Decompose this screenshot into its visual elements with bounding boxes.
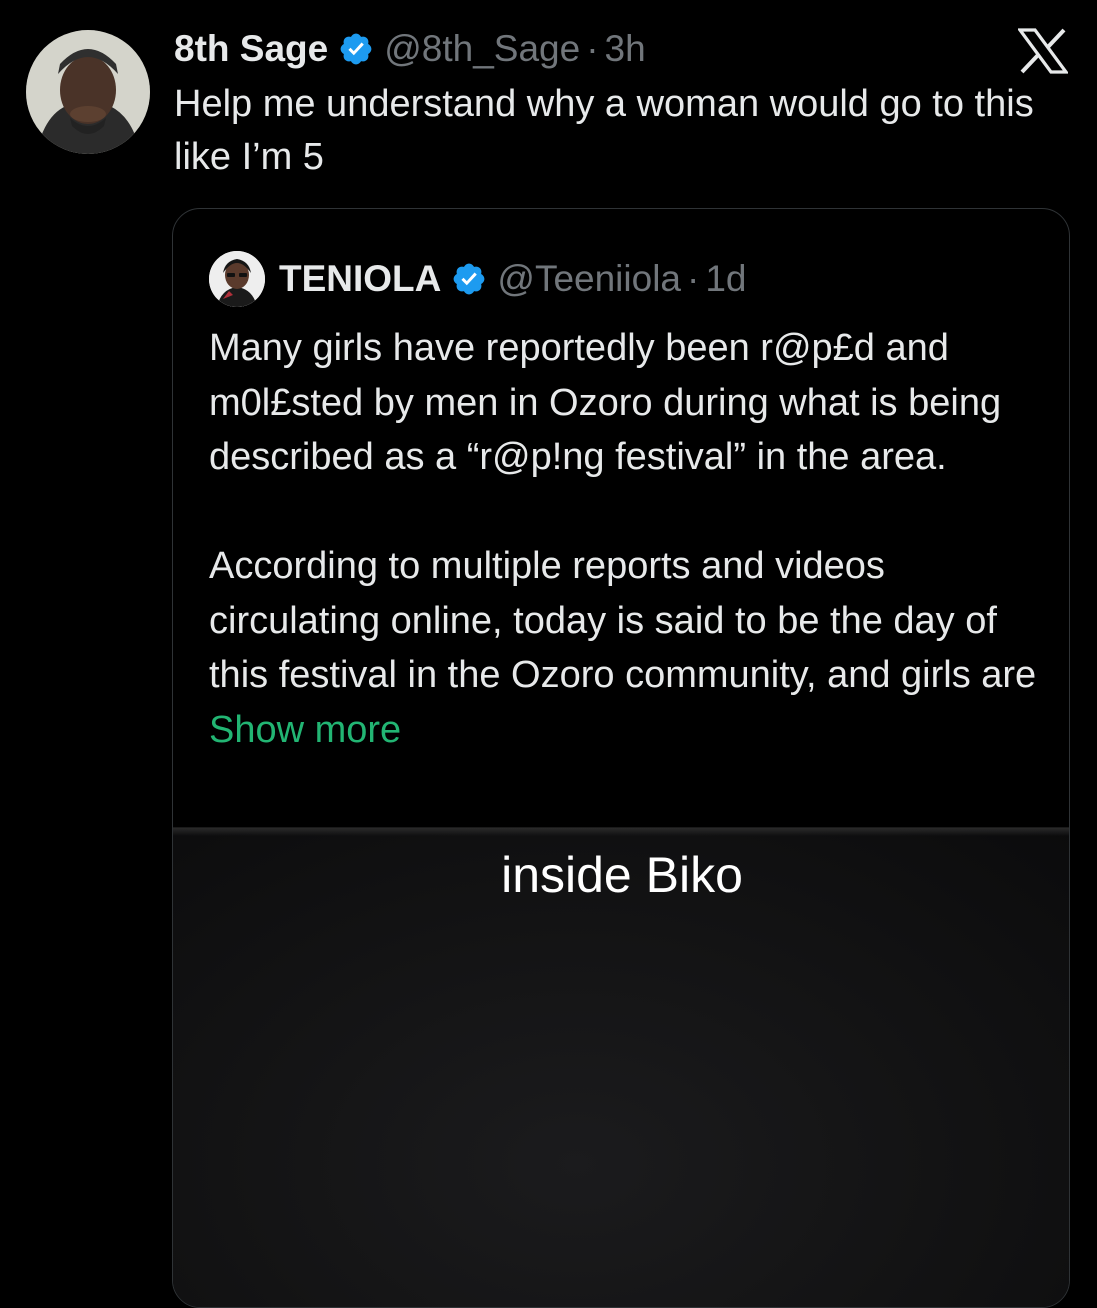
verified-badge-icon: [451, 261, 487, 297]
quoted-tweet-header: TENIOLA @Teeniiola · 1d: [209, 251, 746, 307]
author-avatar[interactable]: [26, 30, 150, 154]
quoted-paragraph-text: According to multiple reports and videos…: [209, 545, 1037, 696]
separator-dot: ·: [586, 28, 599, 69]
author-display-name[interactable]: 8th Sage: [174, 28, 328, 70]
quoted-media-video[interactable]: inside Biko: [173, 827, 1069, 1307]
quoted-paragraph: Many girls have reportedly been r@p£d an…: [209, 327, 1002, 478]
verified-badge-icon: [338, 31, 374, 67]
quoted-tweet[interactable]: TENIOLA @Teeniiola · 1d Many girls have …: [172, 208, 1070, 1308]
media-caption: inside Biko: [501, 847, 743, 903]
tweet-header: 8th Sage @8th_Sage · 3h: [174, 26, 646, 72]
x-logo-icon: [1016, 28, 1070, 74]
show-more-link[interactable]: Show more: [209, 709, 401, 751]
tweet-timestamp[interactable]: 3h: [605, 28, 646, 70]
tweet: 8th Sage @8th_Sage · 3h Help me understa…: [0, 0, 1097, 1308]
quoted-author-avatar[interactable]: [209, 251, 265, 307]
author-handle[interactable]: @8th_Sage: [384, 28, 580, 70]
tweet-text: Help me understand why a woman would go …: [174, 83, 1034, 178]
quoted-author-handle[interactable]: @Teeniiola: [497, 258, 681, 300]
quoted-paragraph: According to multiple reports and videos…: [209, 539, 1049, 757]
separator-dot: ·: [687, 258, 700, 299]
quoted-tweet-timestamp[interactable]: 1d: [705, 258, 746, 300]
media-top-edge: [173, 828, 1069, 836]
quoted-author-display-name[interactable]: TENIOLA: [279, 258, 441, 300]
quoted-tweet-text: Many girls have reportedly been r@p£d an…: [209, 321, 1049, 757]
